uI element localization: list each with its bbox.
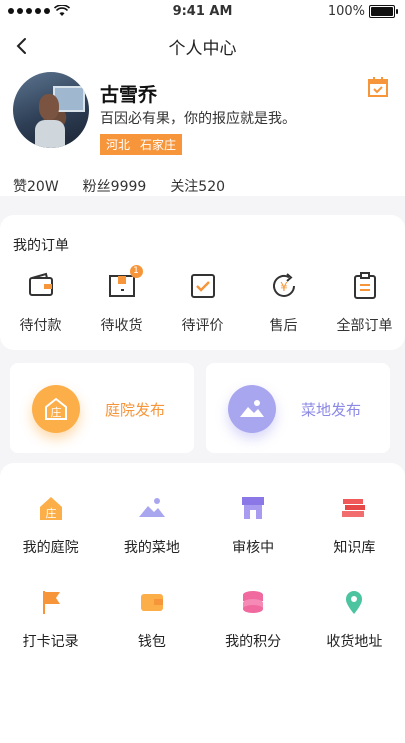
grid-item-my-veg[interactable]: 我的菜地 xyxy=(101,493,202,557)
grid-item-wallet[interactable]: 钱包 xyxy=(101,587,202,651)
grid-item-check-in[interactable]: 打卡记录 xyxy=(0,587,101,651)
status-bar: 9:41 AM 100% xyxy=(0,0,405,24)
landscape-icon xyxy=(228,385,276,433)
grid-label: 知识库 xyxy=(333,540,376,556)
orders-card: 我的订单 待付款 1 待收货 待评价 ¥ 售后 全部订单 xyxy=(0,215,405,350)
publish-yard-label: 庭院发布 xyxy=(105,401,166,419)
svg-text:庄: 庄 xyxy=(51,405,62,419)
grid-label: 我的庭院 xyxy=(22,540,79,556)
clipboard-icon xyxy=(350,271,380,301)
location-pin-icon xyxy=(346,591,363,614)
grid-label: 我的积分 xyxy=(225,634,282,650)
calendar-check-icon[interactable] xyxy=(367,76,389,98)
package-icon: 1 xyxy=(107,265,143,301)
house-icon: 庄 xyxy=(32,385,80,433)
grid-label: 打卡记录 xyxy=(22,634,79,650)
province-label: 河北 xyxy=(106,138,131,152)
battery-percent: 100% xyxy=(327,4,365,19)
order-all[interactable]: 全部订单 xyxy=(326,271,404,335)
order-badge: 1 xyxy=(129,265,143,278)
location-badge: 河北 石家庄 xyxy=(100,134,183,155)
svg-text:庄: 庄 xyxy=(45,506,56,520)
grid-label: 我的菜地 xyxy=(123,540,180,556)
publish-veg-label: 菜地发布 xyxy=(301,401,362,419)
grid-item-reviewing[interactable]: 审核中 xyxy=(203,493,304,557)
publish-veg-button[interactable]: 菜地发布 xyxy=(206,363,390,453)
grid-item-knowledge[interactable]: 知识库 xyxy=(304,493,405,557)
follows-stat[interactable]: 关注520 xyxy=(170,176,225,196)
avatar[interactable] xyxy=(13,72,89,148)
wallet-icon xyxy=(140,594,163,611)
grid-label: 钱包 xyxy=(137,634,166,650)
user-name: 古雪乔 xyxy=(100,84,158,106)
function-grid: 庄 我的庭院 我的菜地 审核中 知识库 打卡记录 钱包 我的积分 收货地址 xyxy=(0,493,405,651)
flag-icon xyxy=(42,591,60,614)
order-label: 售后 xyxy=(269,318,298,334)
order-pending-receipt[interactable]: 1 待收货 xyxy=(83,265,161,335)
store-icon xyxy=(242,497,265,519)
house-icon: 庄 xyxy=(39,497,62,520)
page-title: 个人中心 xyxy=(168,39,237,59)
order-label: 待收货 xyxy=(100,318,143,334)
landscape-icon xyxy=(138,498,165,517)
check-box-icon xyxy=(188,271,218,301)
order-pending-review[interactable]: 待评价 xyxy=(164,271,242,335)
grid-label: 审核中 xyxy=(232,540,275,556)
coins-icon xyxy=(243,591,264,613)
svg-text:¥: ¥ xyxy=(280,280,288,294)
stats-row: 赞20W 粉丝9999 关注520 xyxy=(13,176,225,196)
refund-icon: ¥ xyxy=(269,271,299,301)
books-icon xyxy=(342,499,366,517)
order-label: 待付款 xyxy=(19,318,62,334)
grid-item-address[interactable]: 收货地址 xyxy=(304,587,405,651)
likes-stat[interactable]: 赞20W xyxy=(13,176,59,196)
navbar: 个人中心 xyxy=(0,24,405,68)
city-label: 石家庄 xyxy=(140,138,177,152)
order-after-sale[interactable]: ¥ 售后 xyxy=(245,271,323,335)
fans-stat[interactable]: 粉丝9999 xyxy=(83,176,147,196)
profile-header: 个人中心 古雪乔 百因必有果，你的报应就是我。 河北 石家庄 赞20W 粉丝99… xyxy=(0,24,405,196)
wallet-icon xyxy=(26,271,56,301)
publish-yard-button[interactable]: 庄 庭院发布 xyxy=(10,363,194,453)
orders-title: 我的订单 xyxy=(13,238,69,254)
order-pending-payment[interactable]: 待付款 xyxy=(2,271,80,335)
order-label: 全部订单 xyxy=(336,318,393,334)
user-bio: 百因必有果，你的报应就是我。 xyxy=(100,111,296,127)
grid-item-points[interactable]: 我的积分 xyxy=(203,587,304,651)
order-label: 待评价 xyxy=(181,318,224,334)
function-grid-card: 庄 我的庭院 我的菜地 审核中 知识库 打卡记录 钱包 我的积分 收货地址 xyxy=(0,463,405,743)
grid-label: 收货地址 xyxy=(326,634,383,650)
battery-icon xyxy=(369,5,398,18)
grid-item-my-yard[interactable]: 庄 我的庭院 xyxy=(0,493,101,557)
